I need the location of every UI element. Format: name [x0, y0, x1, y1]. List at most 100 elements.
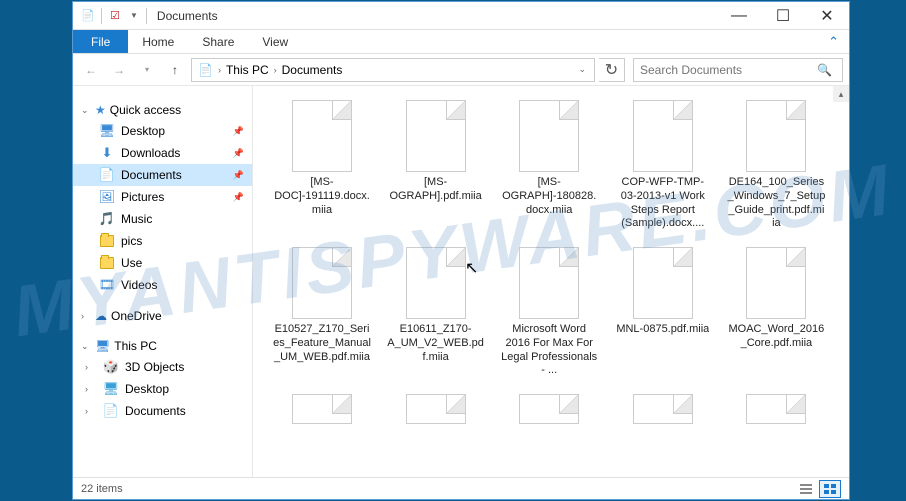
expand-icon[interactable]: ⌄ [81, 341, 91, 352]
file-icon [633, 247, 693, 319]
body: ⌄ ★ Quick access 🖥Desktop📌⬇Downloads📌📄Do… [73, 86, 849, 477]
sidebar-item-music[interactable]: 🎵 Music [73, 208, 252, 230]
star-icon: ★ [95, 103, 106, 117]
sidebar-item-videos[interactable]: 🎞Videos [73, 274, 252, 296]
file-icon [519, 394, 579, 424]
file-icon [406, 100, 466, 172]
nav-back-button[interactable]: ← [79, 58, 103, 82]
close-button[interactable]: ✕ [805, 2, 849, 30]
sidebar-item-downloads[interactable]: ⬇Downloads📌 [73, 142, 252, 164]
window-controls: — ☐ ✕ [717, 2, 849, 30]
nav-quick-access-header[interactable]: ⌄ ★ Quick access [73, 100, 252, 120]
nav-recent-dropdown[interactable]: ▾ [135, 58, 159, 82]
address-segment-documents[interactable]: Documents [280, 63, 345, 77]
nav-up-button[interactable]: ↑ [163, 58, 187, 82]
file-icon [292, 100, 352, 172]
nav-icon: 🎵 [99, 211, 115, 227]
file-item[interactable]: [MS-OGRAPH].pdf.miia [383, 96, 489, 235]
ribbon-tab-view[interactable]: View [248, 30, 302, 53]
chevron-right-icon[interactable]: › [271, 65, 280, 75]
sidebar-item-documents[interactable]: 📄Documents📌 [73, 164, 252, 186]
maximize-button[interactable]: ☐ [761, 2, 805, 30]
sidebar-item-label: Music [121, 212, 152, 226]
ribbon-help-icon[interactable]: ⌃ [818, 30, 849, 53]
qat-properties-icon[interactable]: ☑ [106, 7, 124, 25]
nav-forward-button[interactable]: → [107, 58, 131, 82]
file-item[interactable] [723, 390, 829, 432]
expand-icon[interactable]: › [85, 384, 95, 394]
nav-thispc-group: ⌄ 🖥 This PC ›🎲3D Objects›🖥Desktop›📄Docum… [73, 336, 252, 422]
file-name: E10527_Z170_Series_Feature_Manual_UM_WEB… [273, 323, 371, 364]
nav-thispc-header[interactable]: ⌄ 🖥 This PC [73, 336, 252, 356]
content-area: ▴ [MS-DOC]-191119.docx.miia [MS-OGRAPH].p… [253, 86, 849, 477]
file-icon [406, 247, 466, 319]
file-item[interactable]: Microsoft Word 2016 For Max For Legal Pr… [496, 243, 602, 382]
minimize-button[interactable]: — [717, 2, 761, 30]
file-item[interactable]: [MS-OGRAPH]-180828.docx.miia [496, 96, 602, 235]
sidebar-item-use[interactable]: Use [73, 252, 252, 274]
file-item[interactable]: MOAC_Word_2016_Core.pdf.miia [723, 243, 829, 382]
address-dropdown-icon[interactable]: ⌄ [578, 64, 590, 75]
ribbon-tab-home[interactable]: Home [128, 30, 188, 53]
address-path[interactable]: 📄 › This PC › Documents ⌄ [191, 58, 595, 82]
expand-icon[interactable]: › [85, 362, 95, 372]
file-name: MNL-0875.pdf.miia [616, 323, 709, 337]
sidebar-item-desktop[interactable]: 🖥Desktop📌 [73, 120, 252, 142]
sidebar-item-desktop[interactable]: ›🖥Desktop [73, 378, 252, 400]
sidebar-item-label: 3D Objects [125, 360, 184, 374]
chevron-right-icon[interactable]: › [215, 65, 224, 75]
view-details-button[interactable] [795, 480, 817, 498]
search-input[interactable] [640, 63, 817, 77]
file-icon [633, 394, 693, 424]
sidebar-item-pics[interactable]: pics [73, 230, 252, 252]
file-item[interactable]: E10527_Z170_Series_Feature_Manual_UM_WEB… [269, 243, 375, 382]
file-item[interactable]: MNL-0875.pdf.miia [610, 243, 716, 382]
search-box[interactable]: 🔍 [633, 58, 843, 82]
file-item[interactable] [269, 390, 375, 432]
nav-onedrive-header[interactable]: › ☁ OneDrive [73, 306, 252, 326]
file-name: DE164_100_Series_Windows_7_Setup_Guide_p… [727, 176, 825, 231]
sidebar-item-3d-objects[interactable]: ›🎲3D Objects [73, 356, 252, 378]
expand-icon[interactable]: › [85, 406, 95, 416]
expand-icon[interactable]: › [81, 311, 91, 321]
file-item[interactable]: COP-WFP-TMP-03-2013-v1 Work Steps Report… [610, 96, 716, 235]
address-root-icon[interactable]: 📄 [196, 63, 215, 77]
file-icon [292, 247, 352, 319]
pin-icon: 📌 [233, 148, 244, 159]
file-name: Microsoft Word 2016 For Max For Legal Pr… [500, 323, 598, 378]
file-name: [MS-OGRAPH]-180828.docx.miia [500, 176, 598, 217]
file-item[interactable]: [MS-DOC]-191119.docx.miia [269, 96, 375, 235]
file-icon [406, 394, 466, 424]
address-segment-thispc[interactable]: This PC [224, 63, 271, 77]
nav-icon: 🖥 [99, 123, 115, 139]
app-icon: 📄 [79, 7, 97, 25]
ribbon-tab-file[interactable]: File [73, 30, 128, 53]
sidebar-item-pictures[interactable]: 🖼Pictures📌 [73, 186, 252, 208]
qat-dropdown-icon[interactable]: ▼ [126, 11, 142, 20]
file-item[interactable]: DE164_100_Series_Windows_7_Setup_Guide_p… [723, 96, 829, 235]
qat-separator [146, 8, 147, 24]
refresh-button[interactable]: ↻ [599, 58, 625, 82]
view-icons-button[interactable] [819, 480, 841, 498]
nav-icon: 🖼 [99, 189, 115, 205]
address-bar: ← → ▾ ↑ 📄 › This PC › Documents ⌄ ↻ 🔍 [73, 54, 849, 86]
file-name: [MS-DOC]-191119.docx.miia [273, 176, 371, 217]
sidebar-item-label: Desktop [121, 124, 165, 138]
file-icon [746, 247, 806, 319]
sidebar-item-documents[interactable]: ›📄Documents [73, 400, 252, 422]
scroll-up-icon[interactable]: ▴ [833, 86, 849, 102]
statusbar: 22 items [73, 477, 849, 499]
file-item[interactable]: E10611_Z170-A_UM_V2_WEB.pdf.miia [383, 243, 489, 382]
file-item[interactable] [610, 390, 716, 432]
file-item[interactable] [383, 390, 489, 432]
ribbon-tab-share[interactable]: Share [188, 30, 248, 53]
computer-icon: 🖥 [95, 339, 110, 353]
view-toggles [795, 480, 841, 498]
nav-icon: 📄 [103, 403, 119, 419]
pin-icon: 📌 [233, 170, 244, 181]
search-icon[interactable]: 🔍 [817, 63, 832, 77]
sidebar-item-label: Desktop [125, 382, 169, 396]
sidebar-item-label: Use [121, 256, 142, 270]
file-item[interactable] [496, 390, 602, 432]
expand-icon[interactable]: ⌄ [81, 105, 91, 116]
